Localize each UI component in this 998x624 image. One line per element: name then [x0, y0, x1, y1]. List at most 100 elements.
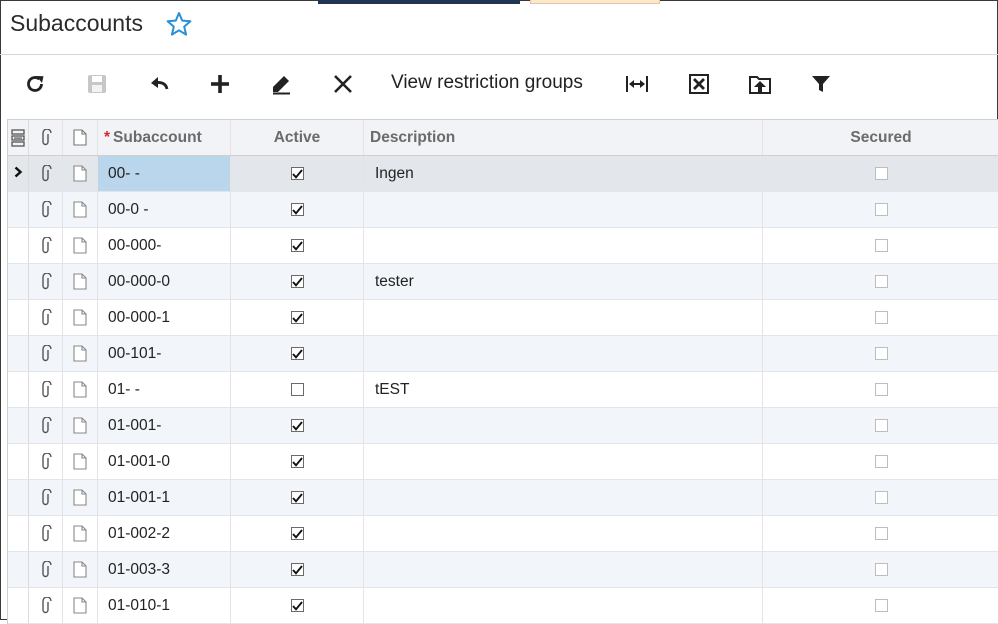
secured-cell[interactable]: [763, 516, 998, 551]
active-cell[interactable]: [231, 156, 364, 191]
column-header-description[interactable]: Description: [364, 120, 763, 155]
subaccount-cell[interactable]: 00-000-0: [98, 264, 231, 299]
secured-checkbox[interactable]: [874, 203, 888, 216]
attachment-icon[interactable]: [29, 372, 63, 407]
row-selector[interactable]: [8, 480, 29, 515]
subaccount-cell[interactable]: 01-001-1: [98, 480, 231, 515]
table-row[interactable]: 01-001-: [8, 408, 998, 444]
filter-icon[interactable]: [806, 66, 836, 102]
row-selector[interactable]: [8, 516, 29, 551]
table-row[interactable]: 01- - tEST: [8, 372, 998, 408]
active-cell[interactable]: [231, 300, 364, 335]
row-selector[interactable]: [8, 552, 29, 587]
note-icon[interactable]: [63, 300, 98, 335]
row-selector[interactable]: [8, 300, 29, 335]
attachment-icon[interactable]: [29, 588, 63, 623]
table-row[interactable]: 00-0 -: [8, 192, 998, 228]
active-cell[interactable]: [231, 336, 364, 371]
active-checkbox[interactable]: [290, 275, 304, 288]
active-checkbox[interactable]: [290, 167, 304, 180]
secured-checkbox[interactable]: [874, 527, 888, 540]
description-cell[interactable]: [364, 300, 763, 335]
active-cell[interactable]: [231, 372, 364, 407]
row-selector[interactable]: [8, 408, 29, 443]
table-row[interactable]: 01-010-1: [8, 588, 998, 624]
note-icon[interactable]: [63, 444, 98, 479]
add-icon[interactable]: [205, 66, 235, 102]
table-row[interactable]: 00- - Ingen: [8, 156, 998, 192]
subaccount-cell[interactable]: 00-0 -: [98, 192, 231, 227]
attachment-icon[interactable]: [29, 228, 63, 263]
description-cell[interactable]: [364, 516, 763, 551]
subaccount-cell[interactable]: 01-001-0: [98, 444, 231, 479]
secured-checkbox[interactable]: [874, 599, 888, 612]
column-header-active[interactable]: Active: [231, 120, 364, 155]
active-checkbox[interactable]: [290, 491, 304, 504]
subaccount-cell[interactable]: 00- -: [98, 156, 231, 191]
secured-checkbox[interactable]: [874, 347, 888, 360]
export-excel-icon[interactable]: [684, 66, 714, 102]
favorite-star-icon[interactable]: [166, 11, 192, 37]
subaccount-cell[interactable]: 00-101-: [98, 336, 231, 371]
top-tab-strip[interactable]: [318, 0, 520, 4]
row-selector-header-icon[interactable]: [8, 120, 29, 155]
active-cell[interactable]: [231, 516, 364, 551]
active-checkbox[interactable]: [290, 599, 304, 612]
row-selector[interactable]: [8, 192, 29, 227]
subaccount-cell[interactable]: 01- -: [98, 372, 231, 407]
active-cell[interactable]: [231, 228, 364, 263]
secured-checkbox[interactable]: [874, 167, 888, 180]
refresh-icon[interactable]: [20, 66, 50, 102]
subaccount-cell[interactable]: 01-002-2: [98, 516, 231, 551]
note-icon[interactable]: [63, 264, 98, 299]
active-checkbox[interactable]: [290, 383, 304, 396]
secured-cell[interactable]: [763, 408, 998, 443]
secured-cell[interactable]: [763, 588, 998, 623]
attachment-icon[interactable]: [29, 408, 63, 443]
secured-checkbox[interactable]: [874, 311, 888, 324]
secured-cell[interactable]: [763, 300, 998, 335]
description-cell[interactable]: [364, 192, 763, 227]
note-icon[interactable]: [63, 192, 98, 227]
note-icon[interactable]: [63, 588, 98, 623]
top-tab-strip-highlight[interactable]: [530, 0, 660, 4]
secured-cell[interactable]: [763, 192, 998, 227]
attachment-icon[interactable]: [29, 552, 63, 587]
row-selector[interactable]: [8, 336, 29, 371]
fit-columns-icon[interactable]: [622, 66, 652, 102]
note-icon[interactable]: [63, 336, 98, 371]
table-row[interactable]: 01-001-1: [8, 480, 998, 516]
secured-checkbox[interactable]: [874, 239, 888, 252]
table-row[interactable]: 00-000-0 tester: [8, 264, 998, 300]
active-cell[interactable]: [231, 552, 364, 587]
description-cell[interactable]: [364, 588, 763, 623]
row-selector[interactable]: [8, 588, 29, 623]
secured-cell[interactable]: [763, 552, 998, 587]
description-cell[interactable]: Ingen: [364, 156, 763, 191]
subaccount-cell[interactable]: 01-001-: [98, 408, 231, 443]
upload-icon[interactable]: [745, 66, 775, 102]
attachment-icon[interactable]: [29, 156, 63, 191]
active-checkbox[interactable]: [290, 527, 304, 540]
table-row[interactable]: 01-003-3: [8, 552, 998, 588]
active-checkbox[interactable]: [290, 563, 304, 576]
secured-checkbox[interactable]: [874, 275, 888, 288]
note-icon[interactable]: [63, 372, 98, 407]
description-cell[interactable]: [364, 408, 763, 443]
note-icon[interactable]: [63, 516, 98, 551]
secured-cell[interactable]: [763, 264, 998, 299]
table-row[interactable]: 01-001-0: [8, 444, 998, 480]
column-header-secured[interactable]: Secured: [763, 120, 998, 155]
note-icon[interactable]: [63, 228, 98, 263]
description-cell[interactable]: [364, 444, 763, 479]
table-row[interactable]: 00-000-1: [8, 300, 998, 336]
note-icon[interactable]: [63, 552, 98, 587]
secured-cell[interactable]: [763, 480, 998, 515]
active-cell[interactable]: [231, 588, 364, 623]
secured-cell[interactable]: [763, 444, 998, 479]
row-selector[interactable]: [8, 156, 29, 191]
save-icon[interactable]: [82, 66, 112, 102]
active-cell[interactable]: [231, 192, 364, 227]
active-checkbox[interactable]: [290, 419, 304, 432]
secured-checkbox[interactable]: [874, 419, 888, 432]
